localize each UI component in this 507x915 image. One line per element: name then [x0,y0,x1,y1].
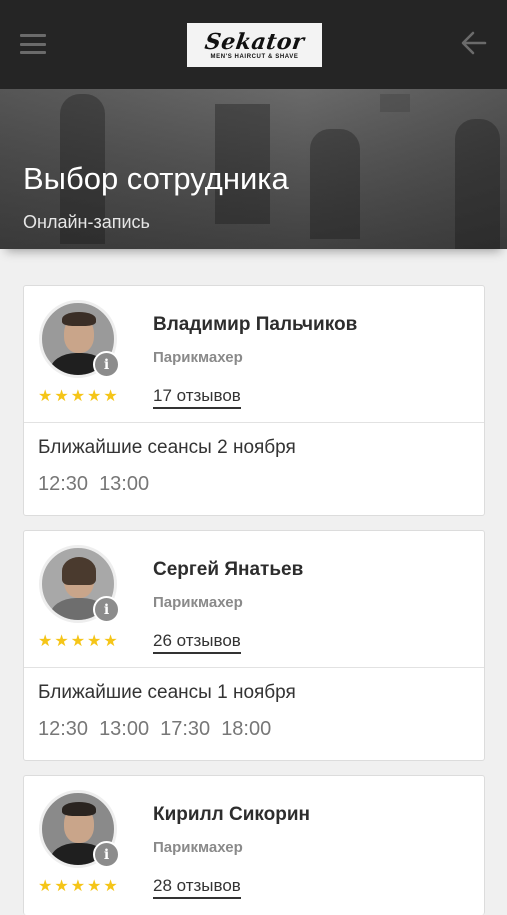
employee-role: Парикмахер [153,594,243,611]
rating-stars: ★ ★ ★ ★ ★ [38,388,118,406]
star-icon: ★ [87,388,102,405]
star-icon: ★ [54,633,69,650]
employee-card[interactable]: i ★ ★ ★ ★ ★ Сергей Янатьев Парикмахер 26… [23,530,485,761]
time-slot[interactable]: 12:30 [38,718,88,741]
sessions-section: Ближайшие сеансы 1 ноября 12:30 13:00 17… [24,667,484,760]
arrow-left-icon[interactable] [461,30,487,56]
employee-name[interactable]: Кирилл Сикорин [153,804,310,826]
time-slots: 12:30 13:00 [38,473,149,496]
star-icon: ★ [38,633,53,650]
star-icon: ★ [54,388,69,405]
star-icon: ★ [70,388,86,405]
sessions-title: Ближайшие сеансы 2 ноября [38,437,296,458]
time-slots: 12:30 13:00 17:30 18:00 [38,718,271,741]
page-title: Выбор сотрудника [23,161,289,196]
reviews-link[interactable]: 17 отзывов [153,386,241,409]
page-subtitle: Онлайн-запись [23,212,150,232]
star-icon: ★ [87,633,102,650]
hamburger-menu-icon[interactable] [20,34,46,54]
sessions-section: Ближайшие сеансы 2 ноября 12:30 13:00 [24,422,484,515]
employee-role: Парикмахер [153,839,243,856]
employee-card[interactable]: i ★ ★ ★ ★ ★ Владимир Пальчиков Парикмахе… [23,285,485,516]
logo-script: Sekator [203,28,306,55]
hero-banner: Выбор сотрудника Онлайн-запись [0,89,507,249]
star-icon: ★ [70,633,86,650]
star-icon: ★ [103,633,118,650]
reviews-link[interactable]: 26 отзывов [153,631,241,654]
star-icon: ★ [70,878,86,895]
star-icon: ★ [38,878,53,895]
brand-logo[interactable]: Sekator MEN'S HAIRCUT & SHAVE [187,23,322,67]
time-slot[interactable]: 12:30 [38,473,88,496]
employee-card[interactable]: i ★ ★ ★ ★ ★ Кирилл Сикорин Парикмахер 28… [23,775,485,915]
top-app-bar: Sekator MEN'S HAIRCUT & SHAVE [0,0,507,89]
time-slot[interactable]: 13:00 [99,473,149,496]
info-icon[interactable]: i [93,841,120,868]
reviews-link[interactable]: 28 отзывов [153,876,241,899]
rating-stars: ★ ★ ★ ★ ★ [38,878,118,896]
info-icon[interactable]: i [93,596,120,623]
star-icon: ★ [103,388,118,405]
time-slot[interactable]: 18:00 [221,718,271,741]
time-slot[interactable]: 13:00 [99,718,149,741]
star-icon: ★ [103,878,118,895]
star-icon: ★ [38,388,53,405]
star-icon: ★ [87,878,102,895]
info-icon[interactable]: i [93,351,120,378]
star-icon: ★ [54,878,69,895]
employee-name[interactable]: Владимир Пальчиков [153,314,357,336]
time-slot[interactable]: 17:30 [160,718,210,741]
employee-role: Парикмахер [153,349,243,366]
sessions-title: Ближайшие сеансы 1 ноября [38,682,296,703]
rating-stars: ★ ★ ★ ★ ★ [38,633,118,651]
employee-name[interactable]: Сергей Янатьев [153,559,303,581]
